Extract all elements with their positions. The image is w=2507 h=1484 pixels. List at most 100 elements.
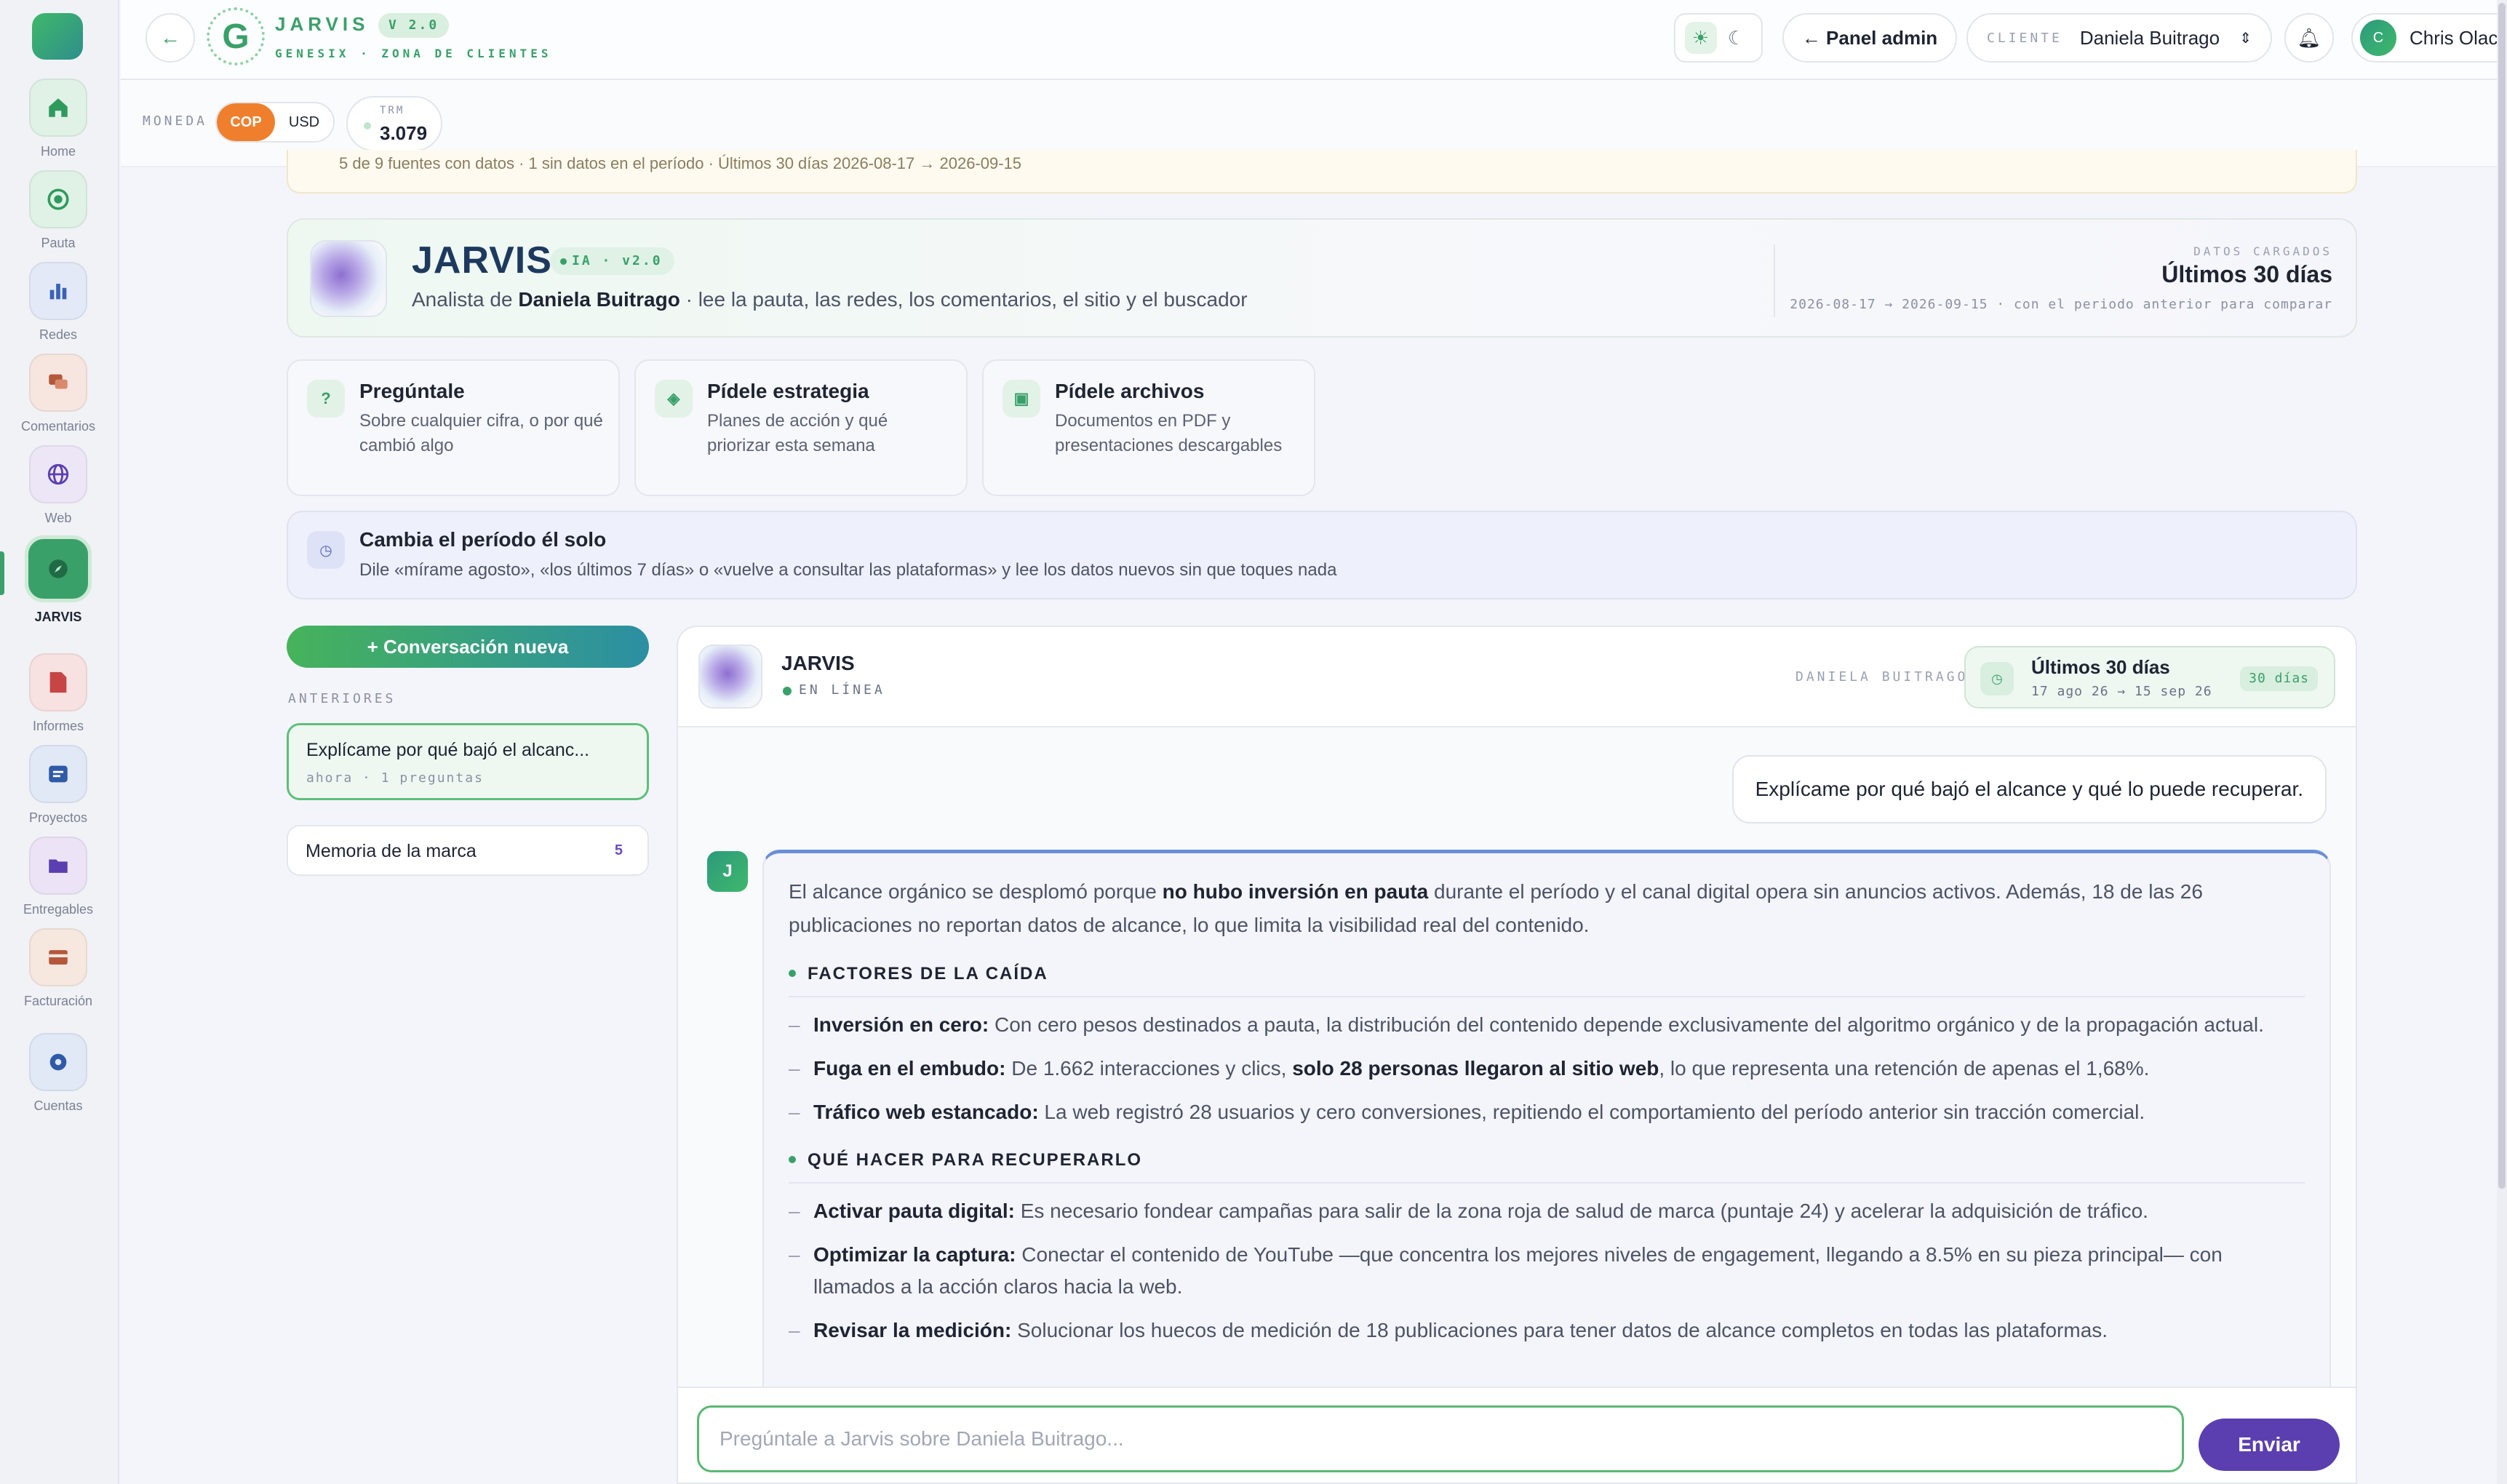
capability-title: Pídele archivos xyxy=(1055,380,1205,402)
folder-icon xyxy=(29,837,87,895)
compass-icon xyxy=(25,535,92,602)
sidebar-item-facturacion[interactable]: Facturación xyxy=(0,928,116,1009)
loaded-data-info: DATOS CARGADOS Últimos 30 días 2026-08-1… xyxy=(1790,244,2332,312)
sidebar-item-pauta[interactable]: Pauta xyxy=(0,170,116,251)
user-menu[interactable]: C Chris Olaciregui ▾ xyxy=(2351,13,2507,63)
clock-icon: ◷ xyxy=(307,531,345,569)
list-item: Fuga en el embudo: De 1.662 interaccione… xyxy=(789,1053,2305,1085)
list-item: Tráfico web estancado: La web registró 2… xyxy=(789,1096,2305,1128)
currency-toggle[interactable]: COP USD xyxy=(215,102,335,143)
capability-title: Pídele estrategia xyxy=(707,380,869,402)
sidebar-item-jarvis[interactable]: JARVIS xyxy=(0,535,116,625)
scrollbar-thumb[interactable] xyxy=(2498,3,2506,1189)
sidebar-item-cuentas[interactable]: Cuentas xyxy=(0,1033,116,1114)
client-label: CLIENTE xyxy=(1987,30,2062,46)
arrow-left-icon: ← xyxy=(160,26,180,49)
bot-avatar: J xyxy=(707,851,748,892)
back-button[interactable]: ← xyxy=(146,13,195,63)
theme-toggle[interactable]: ☀ ☾ xyxy=(1674,13,1763,63)
user-name: Chris Olaciregui xyxy=(2410,26,2507,49)
sidebar-item-label: Home xyxy=(40,144,76,159)
chat-period-selector[interactable]: ◷ Últimos 30 días 17 ago 26 → 15 sep 26 … xyxy=(1964,646,2335,709)
client-selector[interactable]: CLIENTE Daniela Buitrago ⇕ xyxy=(1966,13,2272,63)
brand-memory-count: 5 xyxy=(614,842,623,858)
capability-card-files[interactable]: ▣ Pídele archivos Documentos en PDF y pr… xyxy=(982,359,1315,496)
sidebar-item-label: Cuentas xyxy=(33,1098,83,1113)
capability-desc: Sobre cualquier cifra, o por qué cambió … xyxy=(359,411,603,455)
currency-option-cop[interactable]: COP xyxy=(217,103,275,141)
top-bar: ← G JARVIS V 2.0 GENESIX · ZONA DE CLIEN… xyxy=(121,0,2507,80)
list-item: Activar pauta digital: Es necesario fond… xyxy=(789,1195,2305,1227)
conversation-title: Explícame por qué bajó el alcanc... xyxy=(306,740,590,760)
sidebar-item-label: Pauta xyxy=(41,236,76,250)
bell-icon: 🔔︎ xyxy=(2297,26,2321,49)
capability-desc: Documentos en PDF y presentaciones desca… xyxy=(1055,411,1283,455)
app-logo[interactable] xyxy=(32,13,83,60)
sidebar-item-entregables[interactable]: Entregables xyxy=(0,837,116,917)
conversation-meta: ahora · 1 preguntas xyxy=(306,770,484,786)
sidebar: Home Pauta Redes Comentarios Web JARVIS xyxy=(0,0,119,1484)
hero-title: JARVIS xyxy=(412,239,552,282)
period-tip-title: Cambia el período él solo xyxy=(359,528,607,551)
chat-agent-name: JARVIS xyxy=(781,652,855,674)
user-message: Explícame por qué bajó el alcance y qué … xyxy=(1731,755,2327,823)
ai-version-badge: IA · v2.0 xyxy=(550,247,674,275)
period-badge: 30 días xyxy=(2240,666,2318,691)
avatar: C xyxy=(2360,20,2396,56)
sun-icon[interactable]: ☀ xyxy=(1684,22,1717,54)
sidebar-item-redes[interactable]: Redes xyxy=(0,262,116,343)
new-conversation-button[interactable]: + Conversación nueva xyxy=(287,626,649,668)
target-icon xyxy=(29,170,87,228)
trm-label: TRM xyxy=(380,105,405,116)
sidebar-item-label: Informes xyxy=(32,719,84,733)
trm-value: 3.079 xyxy=(380,122,428,144)
brand-subtitle: GENESIX · ZONA DE CLIENTES xyxy=(275,47,552,60)
bar-chart-icon xyxy=(29,262,87,320)
chat-input[interactable] xyxy=(697,1405,2184,1472)
sidebar-item-web[interactable]: Web xyxy=(0,445,116,526)
sidebar-item-comentarios[interactable]: Comentarios xyxy=(0,354,116,434)
sidebar-item-informes[interactable]: Informes xyxy=(0,653,116,734)
status-dot xyxy=(364,122,371,129)
trm-badge: TRM 3.079 xyxy=(346,96,442,151)
capability-title: Pregúntale xyxy=(359,380,465,402)
chat-bubbles-icon xyxy=(29,354,87,412)
moon-icon[interactable]: ☾ xyxy=(1721,22,1753,54)
bot-message: El alcance orgánico se desplomó porque n… xyxy=(762,850,2331,1432)
currency-label: MONEDA xyxy=(143,113,208,129)
sidebar-item-label: Redes xyxy=(39,327,78,342)
hero-subtitle: Analista de Daniela Buitrago · lee la pa… xyxy=(412,288,1248,311)
list-item: Optimizar la captura: Conectar el conten… xyxy=(789,1239,2305,1303)
admin-panel-button[interactable]: ← Panel admin xyxy=(1782,13,1957,63)
document-icon xyxy=(29,653,87,711)
loaded-data-range: 2026-08-17 → 2026-09-15 · con el periodo… xyxy=(1790,297,2332,312)
sidebar-item-label: Proyectos xyxy=(28,810,88,825)
chat-header: JARVIS EN LÍNEA DANIELA BUITRAGO ◷ Últim… xyxy=(678,627,2356,727)
online-status: EN LÍNEA xyxy=(783,682,885,698)
sidebar-item-label: Web xyxy=(44,511,72,525)
brand-memory-item[interactable]: Memoria de la marca 5 xyxy=(287,825,649,876)
jarvis-orb-icon xyxy=(310,240,387,317)
period-tip-card: ◷ Cambia el período él solo Dile «mírame… xyxy=(287,511,2357,599)
capability-card-strategy[interactable]: ◈ Pídele estrategia Planes de acción y q… xyxy=(634,359,968,496)
notifications-button[interactable]: 🔔︎ xyxy=(2284,13,2334,63)
scrollbar[interactable] xyxy=(2497,0,2507,1484)
sidebar-item-label: JARVIS xyxy=(34,610,82,624)
section-heading: QUÉ HACER PARA RECUPERARLO xyxy=(789,1143,2305,1184)
capability-card-ask[interactable]: ? Pregúntale Sobre cualquier cifra, o po… xyxy=(287,359,620,496)
sidebar-item-proyectos[interactable]: Proyectos xyxy=(0,745,116,826)
clock-icon: ◷ xyxy=(1980,662,2014,695)
loaded-data-value: Últimos 30 días xyxy=(2161,261,2332,287)
period-title: Últimos 30 días xyxy=(2031,656,2170,678)
home-icon xyxy=(29,79,87,137)
sidebar-item-home[interactable]: Home xyxy=(0,79,116,159)
chat-input-bar: Enviar xyxy=(678,1387,2356,1483)
conversation-item[interactable]: Explícame por qué bajó el alcanc... ahor… xyxy=(287,723,649,800)
version-badge: V 2.0 xyxy=(378,13,450,38)
currency-option-usd[interactable]: USD xyxy=(275,103,333,141)
period-range: 17 ago 26 → 15 sep 26 xyxy=(2031,684,2212,699)
send-button[interactable]: Enviar xyxy=(2199,1419,2340,1471)
updown-chevron-icon: ⇕ xyxy=(2239,30,2252,47)
brand-title: JARVIS xyxy=(275,13,370,35)
chat-panel: JARVIS EN LÍNEA DANIELA BUITRAGO ◷ Últim… xyxy=(677,626,2357,1484)
